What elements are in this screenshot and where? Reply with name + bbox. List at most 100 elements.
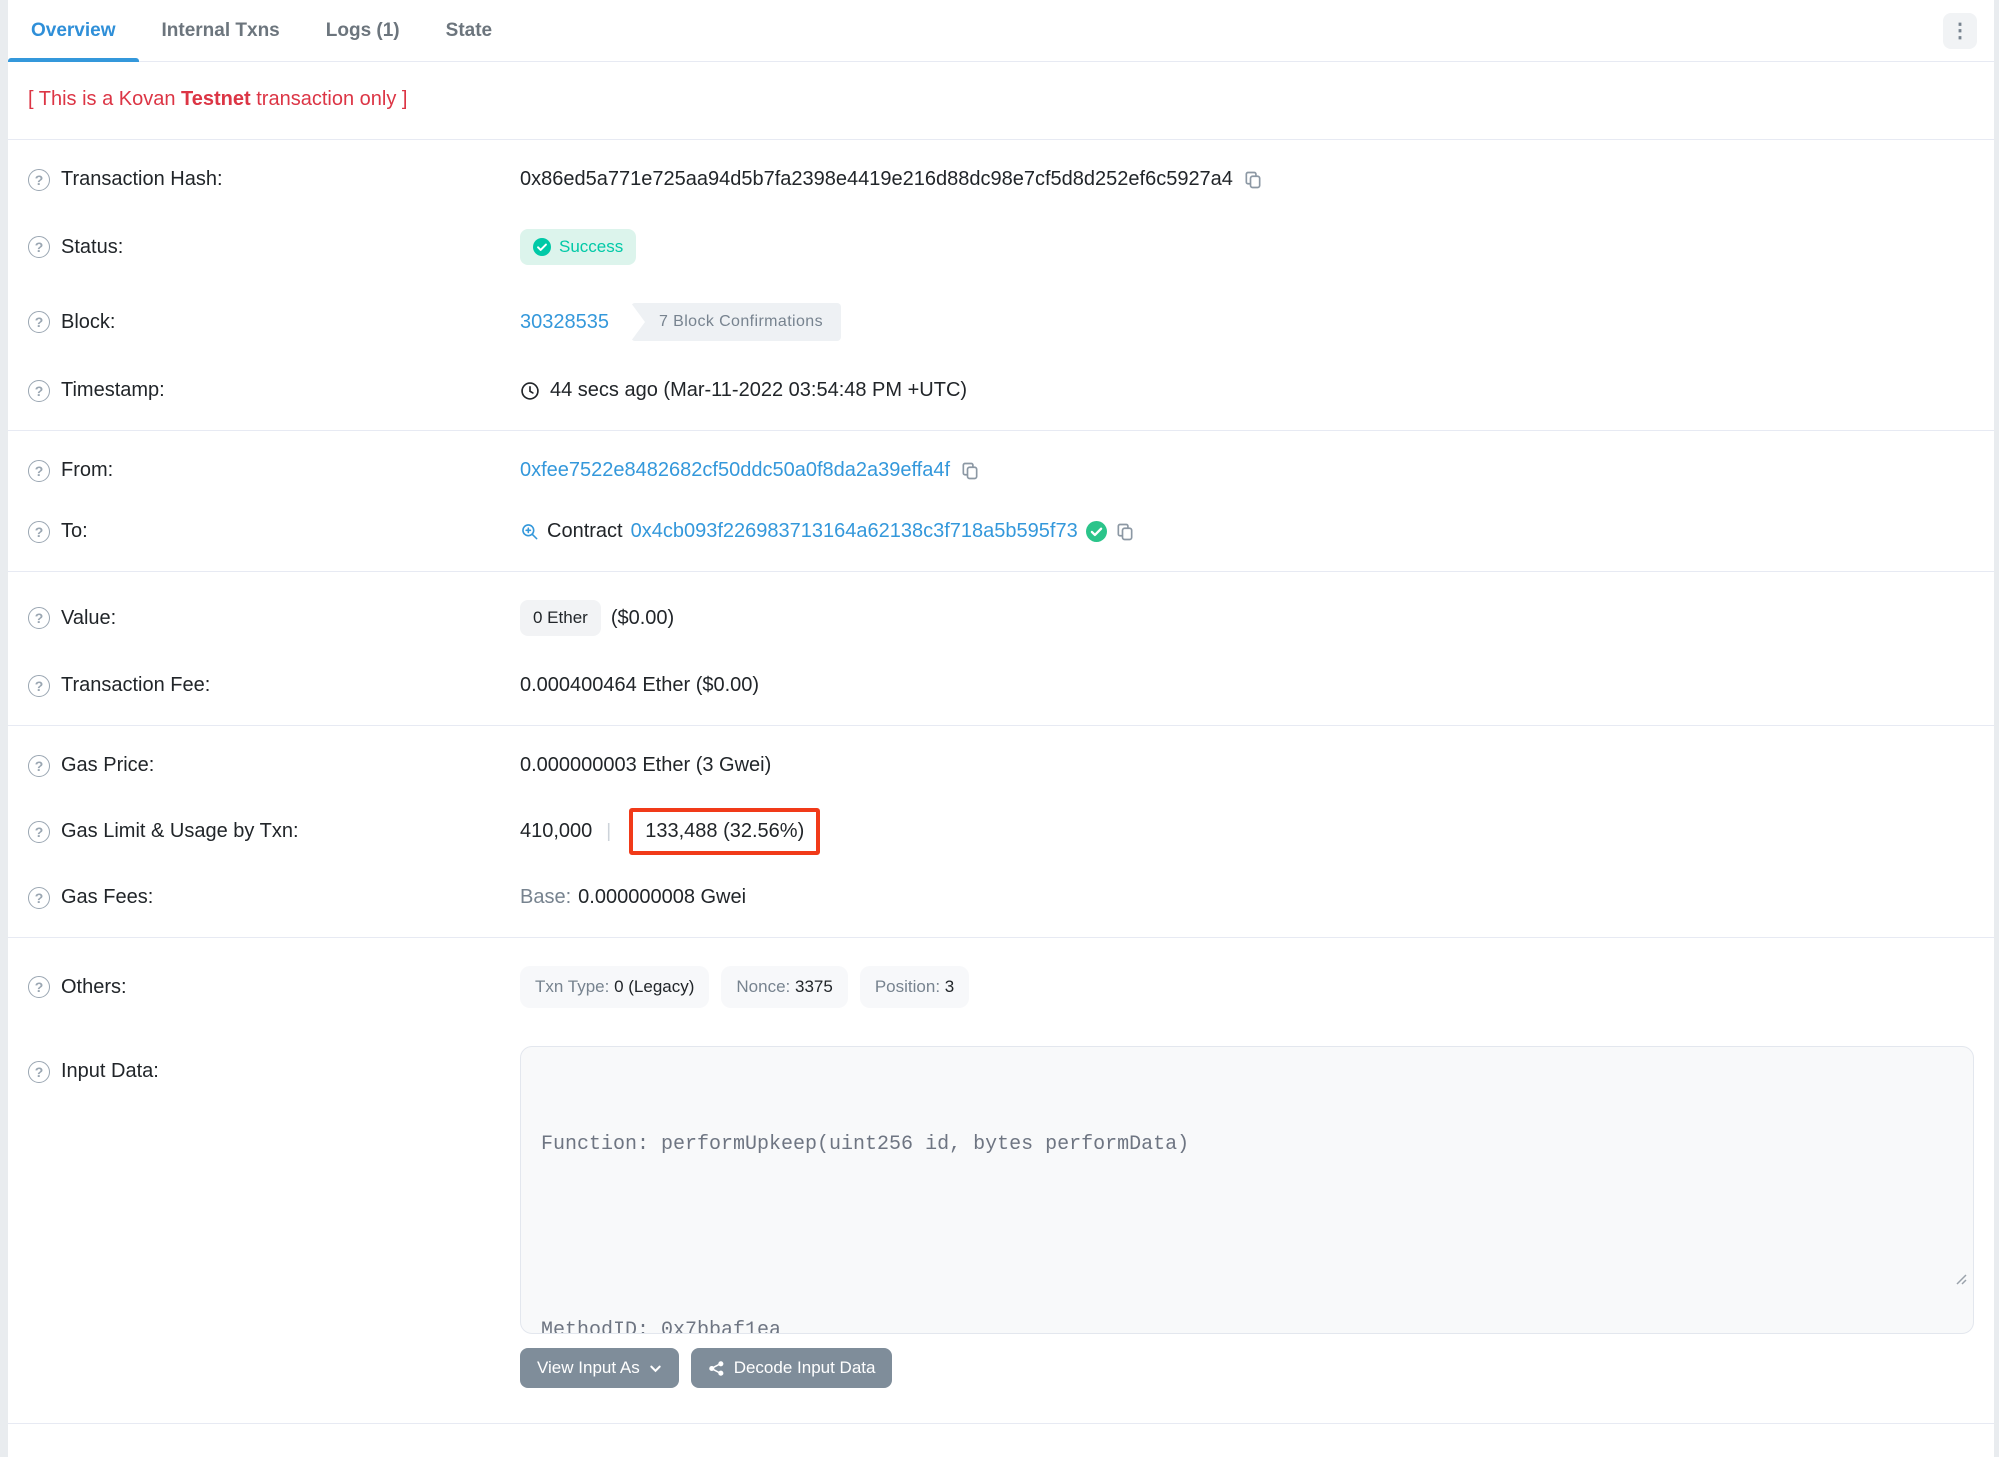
label-text: Gas Price:	[61, 754, 155, 776]
to-label: ? To:	[28, 520, 520, 543]
status-text: Success	[559, 237, 624, 256]
row-input-data: ? Input Data: Function: performUpkeep(ui…	[28, 1027, 1974, 1334]
gas-limit-value: 410,000	[520, 820, 593, 842]
gas-fees-label: ? Gas Fees:	[28, 886, 520, 909]
help-icon: ?	[28, 674, 50, 697]
input-data-box[interactable]: Function: performUpkeep(uint256 id, byte…	[520, 1046, 1974, 1334]
help-icon: ?	[28, 168, 50, 191]
block-number-link[interactable]: 30328535	[520, 311, 609, 334]
label-text: Timestamp:	[61, 379, 165, 401]
value-label: ? Value:	[28, 607, 520, 630]
to-address-link[interactable]: 0x4cb093f226983713164a62138c3f718a5b595f…	[631, 520, 1078, 543]
caret-down-icon	[650, 1365, 661, 1372]
input-data-actions: View Input As Decode Input Data	[520, 1348, 1974, 1388]
copy-icon[interactable]	[960, 461, 980, 481]
row-others: ? Others: Txn Type: 0 (Legacy) Nonce: 33…	[28, 947, 1974, 1027]
kebab-icon: ⋮	[1950, 20, 1970, 42]
help-icon: ?	[28, 820, 50, 843]
transaction-fee-value: 0.000400464 Ether ($0.00)	[520, 674, 760, 696]
row-to: ? To: Contract 0x4cb093f226983713164a621…	[28, 501, 1974, 562]
decode-input-data-button[interactable]: Decode Input Data	[690, 1348, 893, 1388]
button-label: Decode Input Data	[733, 1358, 876, 1377]
timestamp-value: 44 secs ago (Mar-11-2022 03:54:48 PM +UT…	[550, 379, 968, 401]
txn-type-badge: Txn Type: 0 (Legacy)	[520, 966, 710, 1008]
gas-separator: |	[606, 820, 612, 842]
decode-icon	[708, 1360, 724, 1376]
more-options-button[interactable]: ⋮	[1943, 12, 1977, 49]
row-block: ? Block: 30328535 7 Block Confirmations	[28, 284, 1974, 360]
badge-value: 0 (Legacy)	[614, 977, 695, 996]
bottom-spacer	[8, 1424, 1994, 1457]
label-text: To:	[61, 520, 88, 542]
gas-usage-value: 133,488 (32.56%)	[645, 820, 805, 842]
label-text: Gas Limit & Usage by Txn:	[61, 820, 299, 842]
label-text: Transaction Fee:	[61, 674, 211, 696]
tab-state[interactable]: State	[423, 0, 515, 61]
button-label: View Input As	[537, 1358, 640, 1377]
others-label: ? Others:	[28, 976, 520, 999]
tab-overview[interactable]: Overview	[8, 0, 139, 62]
input-function-line: Function: performUpkeep(uint256 id, byte…	[541, 1133, 1190, 1156]
help-icon: ?	[28, 1060, 50, 1083]
status-label: ? Status:	[28, 236, 520, 259]
timestamp-label: ? Timestamp:	[28, 379, 520, 402]
from-address-link[interactable]: 0xfee7522e8482682cf50ddc50a0f8da2a39effa…	[520, 459, 950, 482]
label-text: Block:	[61, 310, 116, 333]
magnifier-plus-icon[interactable]	[520, 522, 539, 541]
help-icon: ?	[28, 311, 50, 333]
badge-name: Position:	[874, 977, 941, 996]
row-status: ? Status: Success	[28, 210, 1974, 284]
tab-bar: Overview Internal Txns Logs (1) State ⋮	[8, 0, 1994, 62]
gas-limit-label: ? Gas Limit & Usage by Txn:	[28, 820, 520, 843]
notice-bold: Testnet	[181, 88, 251, 110]
notice-prefix: [ This is a Kovan	[28, 88, 182, 110]
testnet-notice: [ This is a Kovan Testnet transaction on…	[8, 62, 1994, 140]
view-input-as-button[interactable]: View Input As	[520, 1348, 679, 1388]
copy-icon[interactable]	[1115, 522, 1135, 542]
transaction-hash-value: 0x86ed5a771e725aa94d5b7fa2398e4419e216d8…	[520, 168, 1233, 190]
label-text: Status:	[61, 235, 124, 258]
gas-base-value: 0.000000008 Gwei	[578, 886, 747, 908]
help-icon: ?	[28, 520, 50, 543]
to-contract-prefix: Contract	[547, 520, 623, 542]
section-gas: ? Gas Price: 0.000000003 Ether (3 Gwei) …	[8, 726, 1994, 938]
transaction-hash-label: ? Transaction Hash:	[28, 168, 520, 191]
from-label: ? From:	[28, 459, 520, 482]
label-text: Input Data:	[61, 1060, 159, 1082]
verified-check-icon	[1085, 521, 1107, 542]
section-others-input: ? Others: Txn Type: 0 (Legacy) Nonce: 33…	[8, 938, 1994, 1424]
help-icon: ?	[28, 976, 50, 998]
label-text: From:	[61, 459, 114, 481]
tab-logs[interactable]: Logs (1)	[303, 0, 423, 61]
label-text: Value:	[61, 606, 117, 629]
section-overview-top: ? Transaction Hash: 0x86ed5a771e725aa94d…	[8, 140, 1994, 431]
input-methodid-line: MethodID: 0x7bbaf1ea	[541, 1319, 782, 1334]
row-gas-limit-usage: ? Gas Limit & Usage by Txn: 410,000 | 13…	[28, 796, 1974, 867]
gas-usage-highlight-box: 133,488 (32.56%)	[629, 808, 821, 855]
row-from: ? From: 0xfee7522e8482682cf50ddc50a0f8da…	[28, 440, 1974, 501]
label-text: Others:	[61, 975, 127, 998]
input-data-label: ? Input Data:	[28, 1046, 520, 1083]
help-icon: ?	[28, 236, 50, 258]
transaction-details-card: Overview Internal Txns Logs (1) State ⋮ …	[8, 0, 1994, 1457]
help-icon: ?	[28, 886, 50, 909]
label-text: Transaction Hash:	[61, 168, 223, 190]
tab-internal-txns[interactable]: Internal Txns	[139, 0, 303, 61]
row-transaction-hash: ? Transaction Hash: 0x86ed5a771e725aa94d…	[28, 149, 1974, 210]
section-addresses: ? From: 0xfee7522e8482682cf50ddc50a0f8da…	[8, 431, 1994, 572]
gas-price-label: ? Gas Price:	[28, 754, 520, 777]
row-timestamp: ? Timestamp: 44 secs ago (Mar-11-2022 03…	[28, 360, 1974, 421]
block-confirmations-badge: 7 Block Confirmations	[630, 303, 842, 341]
resize-handle[interactable]	[1809, 1234, 1967, 1327]
nonce-badge: Nonce: 3375	[721, 966, 848, 1008]
gas-price-value: 0.000000003 Ether (3 Gwei)	[520, 754, 772, 776]
copy-icon[interactable]	[1243, 170, 1263, 190]
badge-value: 3375	[795, 977, 833, 996]
help-icon: ?	[28, 607, 50, 629]
badge-value: 3	[944, 977, 955, 996]
clock-icon	[521, 381, 539, 400]
ether-value-badge: 0 Ether	[520, 600, 601, 636]
help-icon: ?	[28, 754, 50, 777]
check-circle-icon	[533, 238, 551, 256]
badge-name: Txn Type:	[535, 977, 610, 996]
